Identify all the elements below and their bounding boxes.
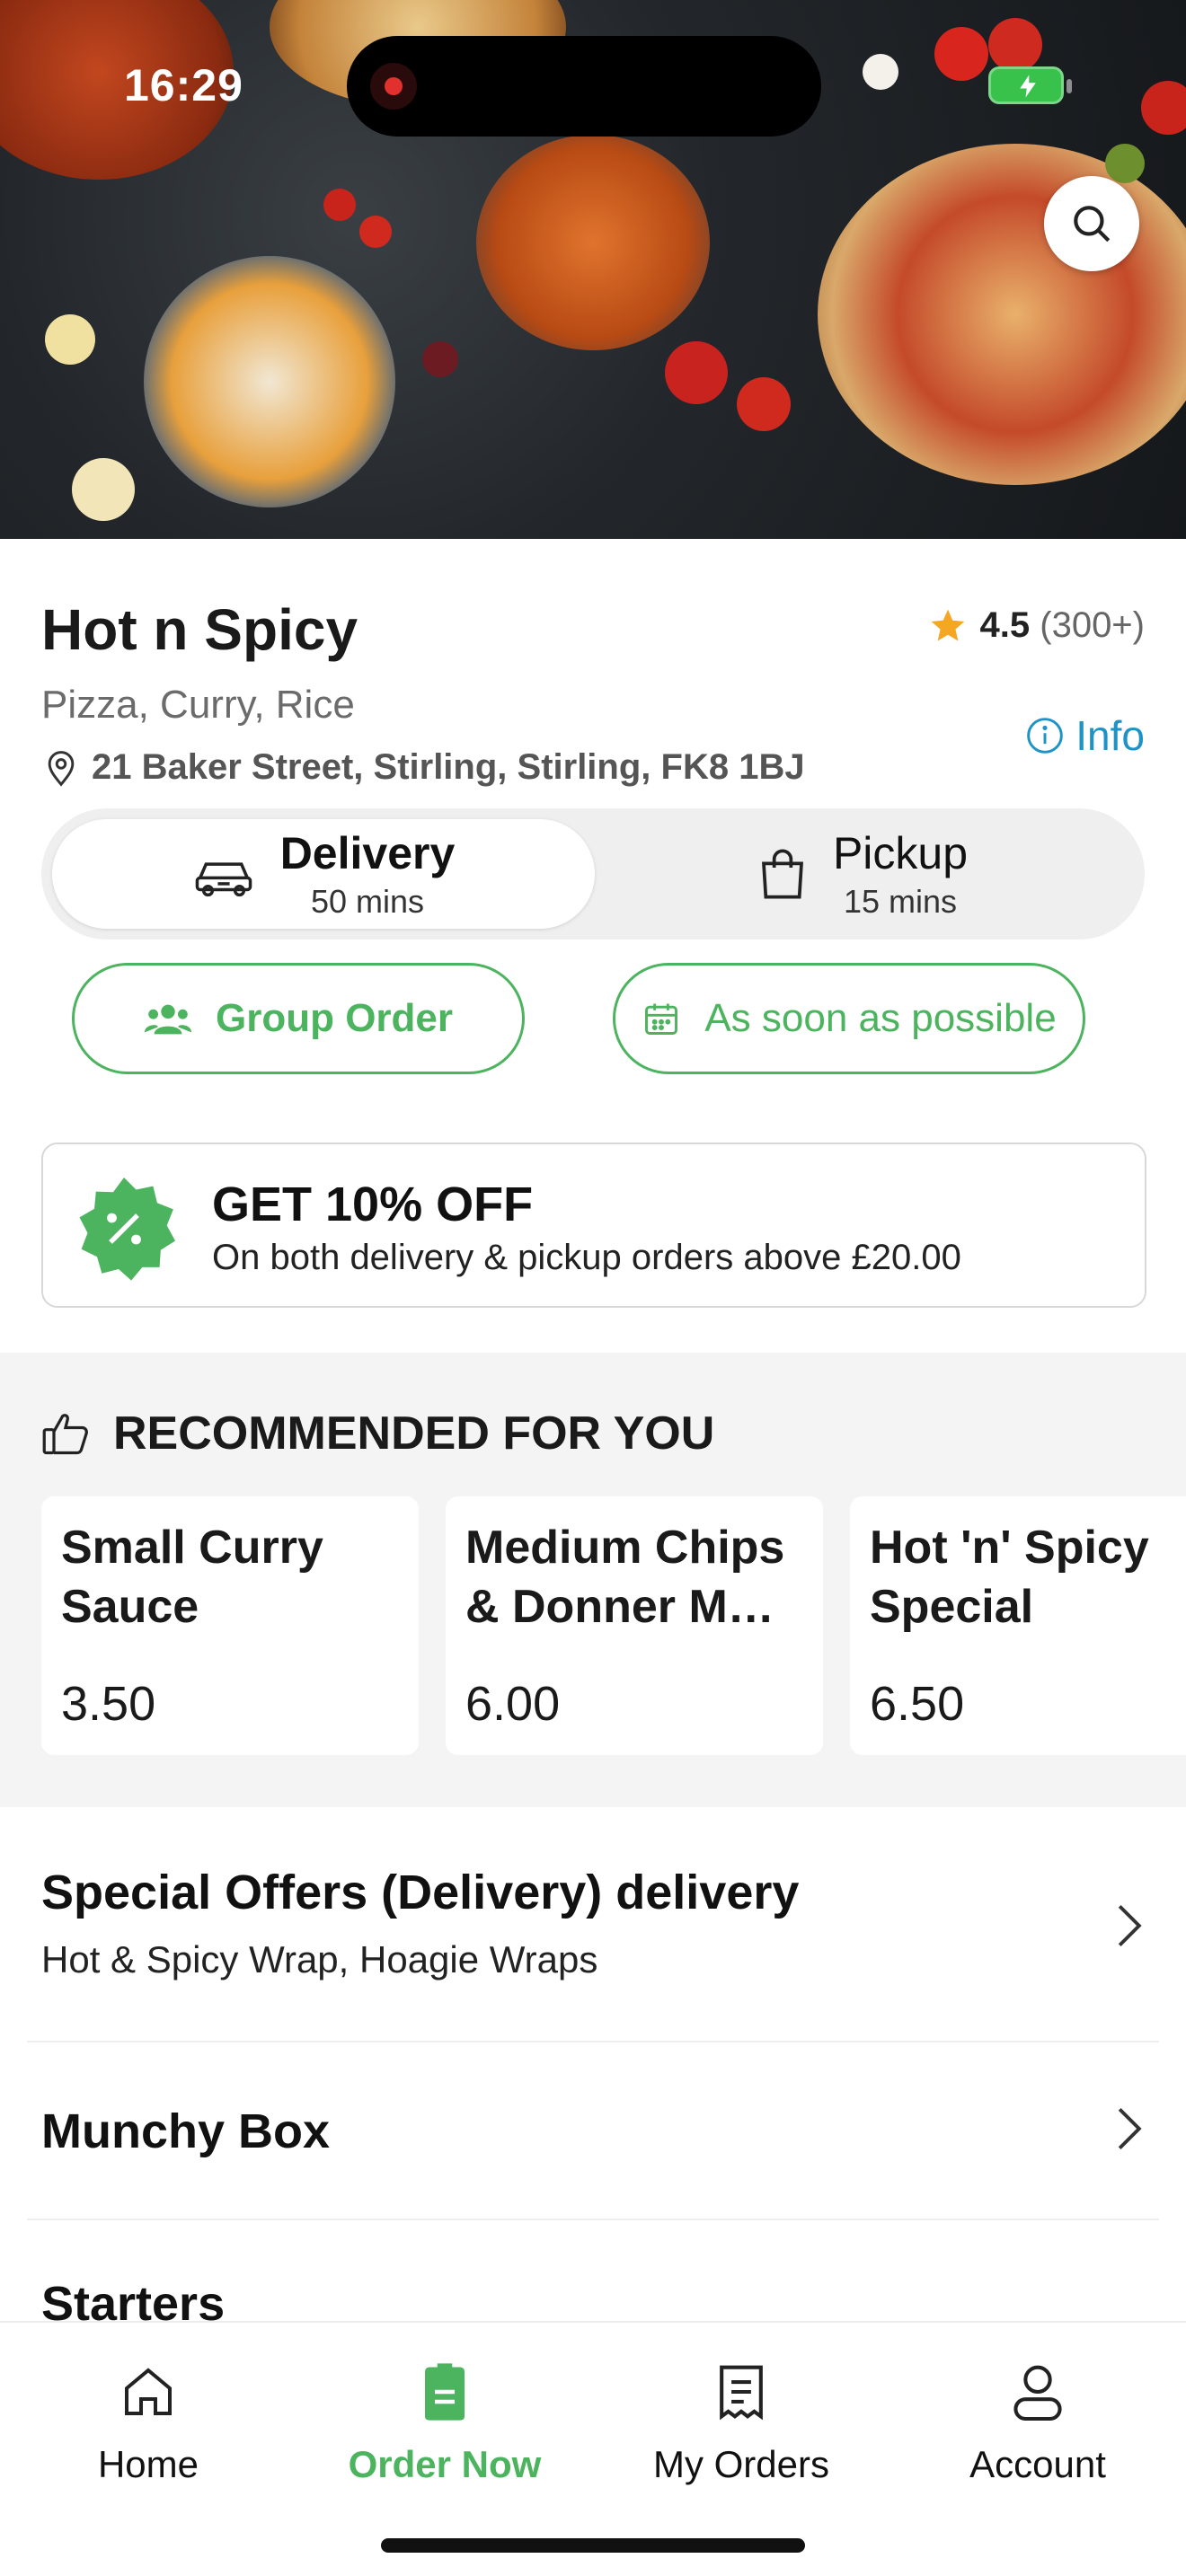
nav-order-now[interactable]: Order Now [296,2362,593,2486]
battery-charging-icon [988,66,1072,104]
recommended-section: RECOMMENDED FOR YOU Small Curry Sauce 3.… [0,1353,1186,1807]
order-mode-toggle: Delivery 50 mins Pickup 15 mins [41,808,1145,940]
discount-badge-icon [79,1178,175,1281]
info-link[interactable]: Info [1025,711,1145,760]
schedule-button[interactable]: As soon as possible [613,963,1085,1074]
nav-label: My Orders [652,2443,829,2485]
address-text: 21 Baker Street, Stirling, Stirling, FK8… [92,747,805,787]
recommended-item-card[interactable]: Hot 'n' Spicy Special Nach… 6.50 [850,1496,1186,1755]
category-row-starters[interactable]: Starters [0,2220,1186,2321]
info-icon [1027,718,1064,754]
delivery-label: Delivery [279,828,456,878]
hero-banner-image: 16:29 [0,0,1186,539]
delivery-time: 50 mins [310,883,425,920]
category-name: Starters [41,2277,226,2321]
search-button[interactable] [1044,176,1139,271]
order-icon [425,2363,465,2421]
category-name: Munchy Box [41,2104,331,2158]
chevron-right-icon [1118,1904,1142,1947]
delivery-option[interactable]: Delivery 50 mins [52,819,595,929]
receipt-icon [720,2365,763,2421]
star-icon [931,609,964,640]
nav-label: Order Now [348,2443,542,2485]
nav-label: Account [969,2443,1106,2485]
restaurant-name: Hot n Spicy [41,597,358,662]
nav-account[interactable]: Account [890,2362,1186,2486]
nav-label: Home [97,2443,199,2485]
recording-indicator-icon [370,63,417,110]
group-order-button[interactable]: Group Order [72,963,525,1074]
offer-subtitle: On both delivery & pickup orders above £… [212,1238,961,1277]
cuisine-list: Pizza, Curry, Rice [41,683,355,727]
calendar-icon [645,1003,678,1035]
category-name: Special Offers (Delivery) delivery [41,1866,800,1919]
item-price: 6.50 [870,1677,965,1731]
location-pin-icon [48,750,75,787]
chevron-right-icon [1118,2107,1142,2150]
schedule-label: As soon as possible [704,996,1057,1040]
status-time: 16:29 [124,60,243,110]
person-icon [1013,2365,1062,2422]
home-icon [125,2368,172,2415]
offer-title: GET 10% OFF [212,1178,534,1231]
category-subtitle: Hot & Spicy Wrap, Hoagie Wraps [41,1938,598,1981]
nav-home[interactable]: Home [0,2362,296,2486]
pickup-label: Pickup [832,828,969,878]
address: 21 Baker Street, Stirling, Stirling, FK8… [41,747,805,788]
info-label: Info [1075,712,1145,759]
item-name: Medium Chips & Donner M… [465,1522,785,1633]
recommended-heading: RECOMMENDED FOR YOU [41,1407,714,1460]
item-price: 3.50 [61,1677,156,1731]
discount-offer-banner[interactable]: GET 10% OFF On both delivery & pickup or… [41,1142,1146,1308]
rating-value: 4.5 [979,605,1031,645]
item-name: Hot 'n' Spicy Special Nach… [870,1522,1149,1633]
group-icon [144,1004,192,1035]
car-icon [195,862,252,897]
thumbs-up-icon [42,1414,88,1455]
item-name: Small Curry Sauce [61,1522,323,1633]
recommended-title: RECOMMENDED FOR YOU [113,1407,715,1460]
dynamic-island [347,36,821,137]
home-indicator [381,2538,805,2553]
pickup-option[interactable]: Pickup 15 mins [591,819,1134,929]
shopping-bag-icon [761,849,803,899]
rating: 4.5 (300+) [928,605,1145,646]
group-order-label: Group Order [215,996,454,1040]
rating-count: (300+) [1040,605,1145,645]
category-row-munchy-box[interactable]: Munchy Box [0,2042,1186,2219]
recommended-item-card[interactable]: Small Curry Sauce 3.50 [41,1496,419,1755]
category-row-special-offers[interactable]: Special Offers (Delivery) delivery Hot &… [0,1807,1186,2041]
item-price: 6.00 [465,1677,561,1731]
search-icon [1074,206,1111,243]
recommended-item-card[interactable]: Medium Chips & Donner M… 6.00 [446,1496,823,1755]
nav-my-orders[interactable]: My Orders [593,2362,890,2486]
pickup-time: 15 mins [843,883,958,920]
